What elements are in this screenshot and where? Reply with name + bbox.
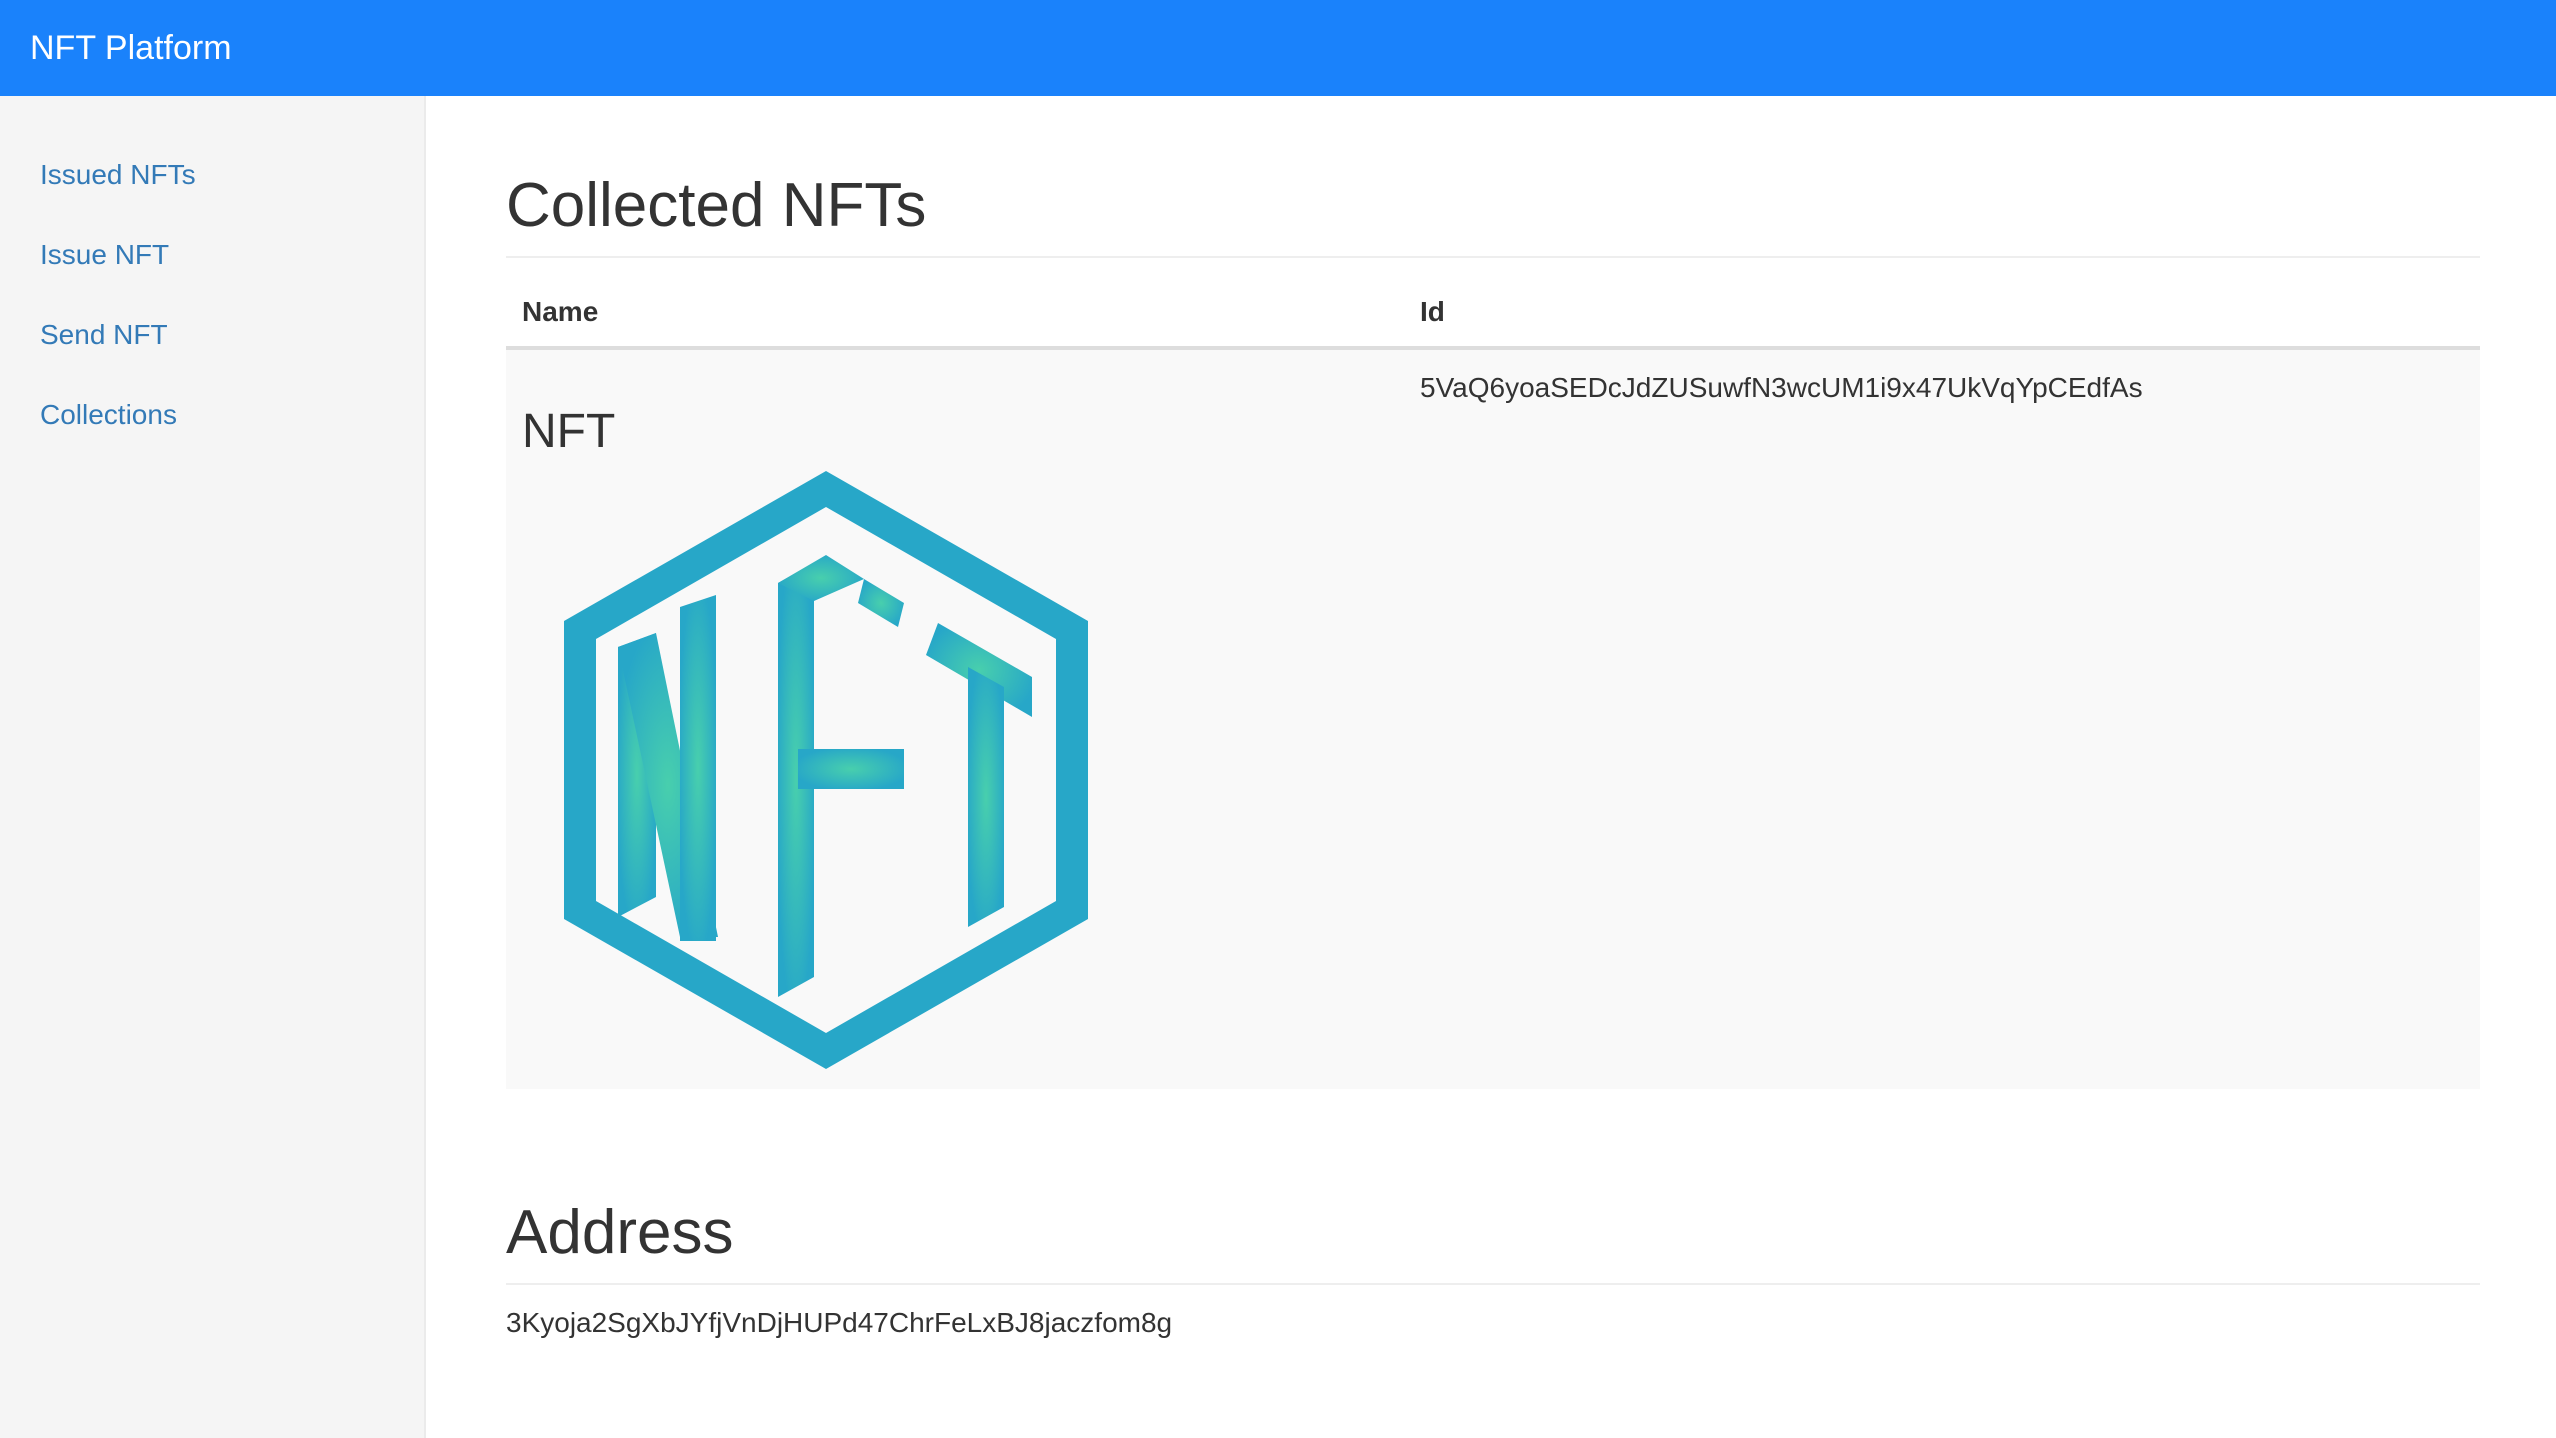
- column-header-name: Name: [506, 258, 1404, 351]
- address-value: 3Kyoja2SgXbJYfjVnDjHUPd47ChrFeLxBJ8jaczf…: [506, 1307, 1173, 1339]
- main-content: Collected NFTs Name Id NFT 5VaQ6yoaSEDcJ…: [506, 96, 2480, 1339]
- column-header-id: Id: [1404, 258, 2480, 351]
- top-navbar: NFT Platform: [0, 0, 2556, 96]
- nft-table: Name Id NFT 5VaQ6yoaSEDcJdZUSuwfN3wcUM1i…: [506, 258, 2480, 1089]
- table-row: NFT 5VaQ6yoaSEDcJdZUSuwfN3wcUM1i9x47UkVq…: [506, 348, 2480, 1089]
- nft-id-cell: 5VaQ6yoaSEDcJdZUSuwfN3wcUM1i9x47UkVqYpCE…: [1404, 348, 2480, 1089]
- sidebar-item-send-nft[interactable]: Send NFT: [0, 318, 424, 398]
- table-header-row: Name Id: [506, 258, 2480, 351]
- sidebar-item-issued-nfts[interactable]: Issued NFTs: [0, 158, 424, 238]
- sidebar: Issued NFTs Issue NFT Send NFT Collectio…: [0, 96, 426, 1438]
- nft-hexagon-logo-icon: [564, 470, 1088, 1069]
- nft-name-cell: NFT: [506, 348, 1404, 1089]
- address-title: Address: [506, 1197, 734, 1267]
- address-header: Address: [506, 1197, 2480, 1286]
- page-title: Collected NFTs: [506, 171, 927, 240]
- sidebar-item-issue-nft[interactable]: Issue NFT: [0, 238, 424, 318]
- collected-header: Collected NFTs: [506, 171, 2480, 259]
- brand-title[interactable]: NFT Platform: [30, 29, 232, 68]
- nft-name: NFT: [522, 405, 616, 459]
- sidebar-item-collections[interactable]: Collections: [0, 398, 424, 478]
